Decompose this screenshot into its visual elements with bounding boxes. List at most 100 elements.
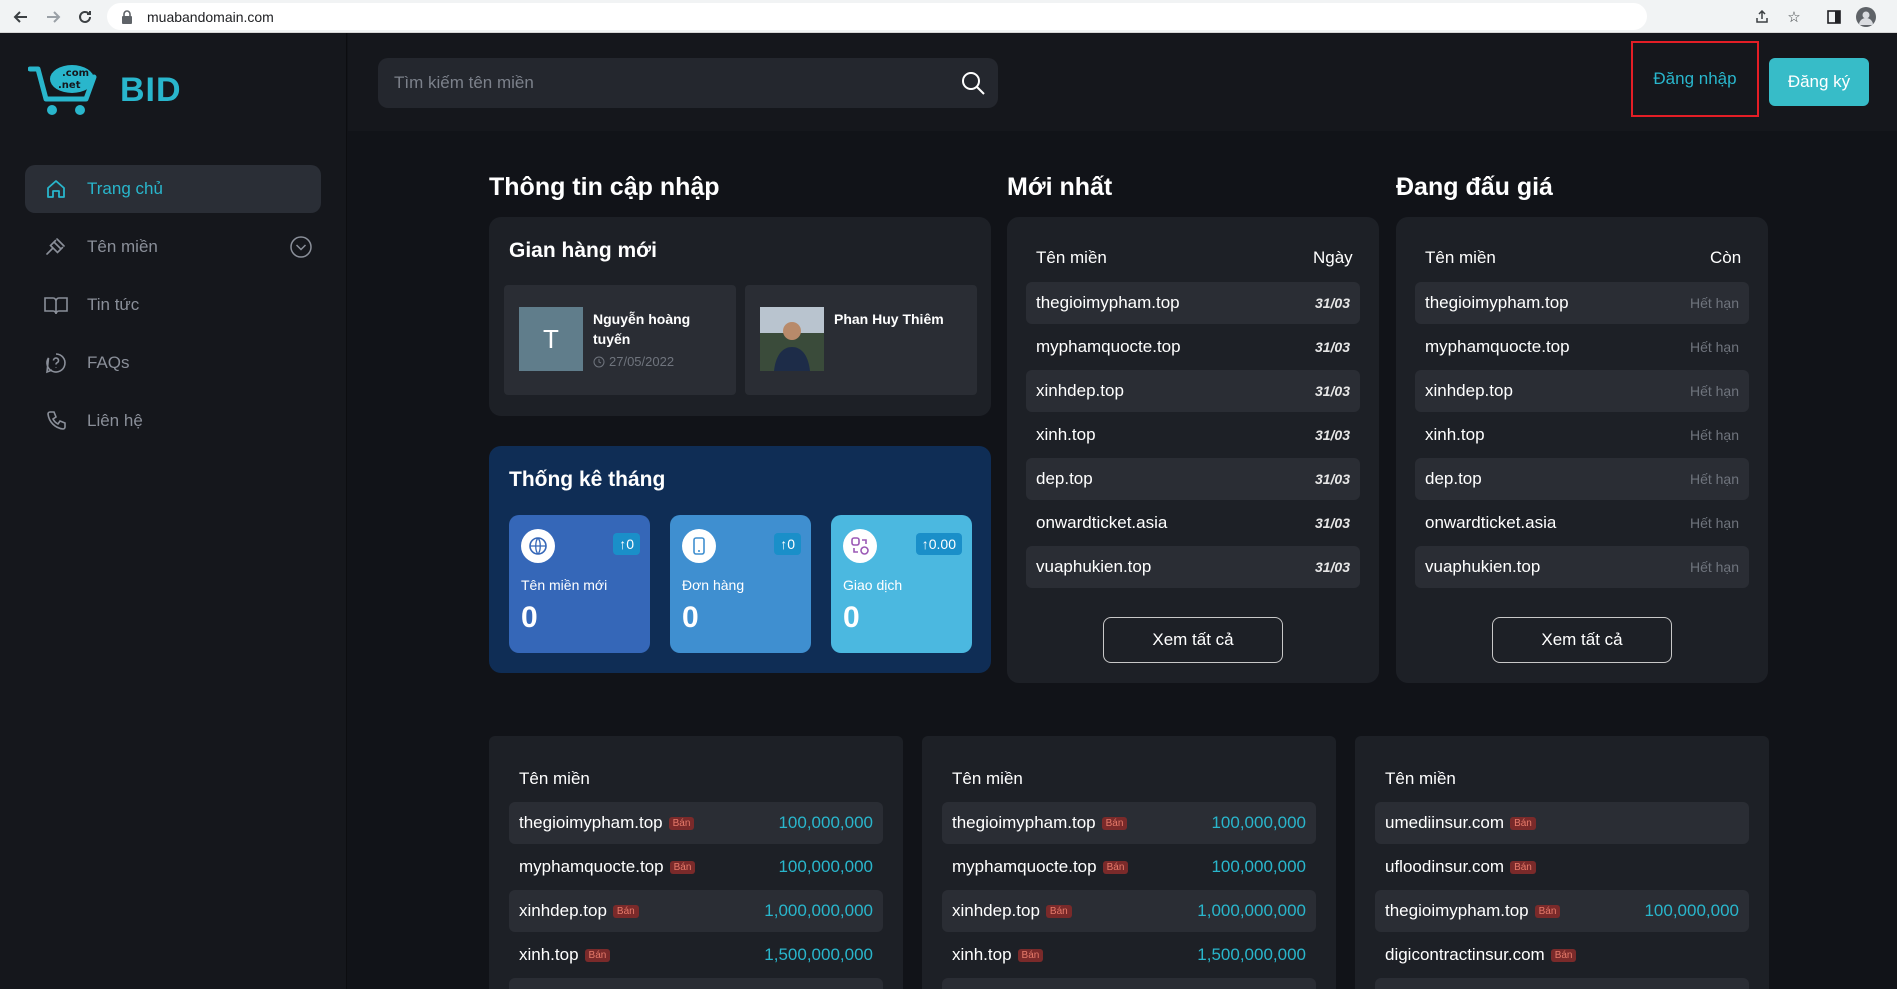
bookmark-star-icon[interactable]: ☆	[1780, 0, 1808, 33]
sale-badge: Bán	[1534, 904, 1561, 918]
back-icon[interactable]	[6, 0, 36, 33]
updates-title: Thông tin cập nhập	[489, 173, 720, 201]
question-icon	[43, 350, 69, 376]
shop-name: Phan Huy Thiêm	[834, 311, 944, 327]
search-icon[interactable]	[960, 70, 986, 101]
list-item[interactable]	[942, 978, 1316, 989]
list-item[interactable]: onwardticket.asia Hết hạn	[1415, 502, 1749, 544]
forward-icon[interactable]	[38, 0, 68, 33]
list-item[interactable]: xinhdep.top Bán 1,000,000,000	[509, 890, 883, 932]
list-item[interactable]: xinh.top Hết hạn	[1415, 414, 1749, 456]
sidebar-item-label: FAQs	[87, 353, 130, 372]
stat-orders: ↑0 Đơn hàng 0	[670, 515, 811, 653]
mobile-icon	[682, 529, 716, 563]
list-item[interactable]: myphamquocte.top Bán 100,000,000	[942, 846, 1316, 888]
list-item[interactable]: xinhdep.top 31/03	[1026, 370, 1360, 412]
sale-badge: Bán	[1510, 860, 1536, 874]
list-item[interactable]: xinh.top 31/03	[1026, 414, 1360, 456]
side-panel-icon[interactable]	[1820, 0, 1848, 33]
domain-sale-list: Tên miền thegioimypham.top Bán 100,000,000…	[489, 736, 903, 989]
avatar: T	[519, 307, 583, 371]
list-item[interactable]: thegioimypham.top Bán 100,000,000	[509, 802, 883, 844]
sale-badge: Bán	[1017, 948, 1044, 962]
domain-sale-list: Tên miền umediinsur.com Bán ufloodinsur.c…	[1355, 736, 1769, 989]
cart-logo-icon: .com .net	[28, 65, 97, 115]
stat-new-domains: ↑0 Tên miền mới 0	[509, 515, 650, 653]
shop-name: Nguyễn hoàng tuyến	[593, 311, 691, 347]
sale-badge: Bán	[669, 860, 696, 874]
stat-badge: ↑0	[613, 533, 640, 555]
logo-text: BID	[120, 70, 182, 109]
list-item[interactable]: vuaphukien.top 31/03	[1026, 546, 1360, 588]
search-input[interactable]	[394, 73, 934, 93]
shop-tile[interactable]: Phan Huy Thiêm	[745, 285, 977, 395]
sidebar-item-label: Tên miền	[87, 237, 158, 256]
register-button[interactable]: Đăng ký	[1769, 58, 1869, 106]
sidebar-item-label: Trang chủ	[87, 179, 163, 198]
sidebar-item-home[interactable]: Trang chủ	[25, 165, 321, 213]
globe-icon	[521, 529, 555, 563]
list-item[interactable]: umediinsur.com Bán	[1375, 802, 1749, 844]
list-item[interactable]: xinh.top Bán 1,500,000,000	[509, 934, 883, 976]
sidebar-item-faqs[interactable]: FAQs	[25, 339, 321, 387]
sale-badge: Bán	[612, 904, 639, 918]
stat-transactions: ↑0.00 Giao dịch 0	[831, 515, 972, 653]
sidebar-item-domains[interactable]: Tên miền	[25, 223, 321, 271]
address-bar[interactable]: muabandomain.com	[107, 3, 1647, 30]
list-item[interactable]: myphamquocte.top 31/03	[1026, 326, 1360, 368]
stat-label: Giao dịch	[843, 577, 903, 593]
list-item[interactable]: thegioimypham.top 31/03	[1026, 282, 1360, 324]
list-item[interactable]: xinhdep.top Hết hạn	[1415, 370, 1749, 412]
list-item[interactable]: xinh.top Bán 1,500,000,000	[942, 934, 1316, 976]
logo[interactable]: .com .net BID	[28, 61, 182, 119]
sidebar-item-contact[interactable]: Liên hệ	[25, 397, 321, 445]
stat-badge: ↑0.00	[915, 533, 962, 555]
sidebar-menu: Trang chủ Tên miền Tin tức FAQs Liên hệ	[25, 165, 321, 455]
url-text: muabandomain.com	[147, 8, 274, 25]
sale-badge: Bán	[668, 816, 695, 830]
auction-title: Đang đấu giá	[1396, 173, 1553, 201]
sidebar-item-news[interactable]: Tin tức	[25, 281, 321, 329]
list-item[interactable]: myphamquocte.top Hết hạn	[1415, 326, 1749, 368]
phone-icon	[43, 408, 69, 434]
list-item[interactable]: xinhdep.top Bán 1,000,000,000	[942, 890, 1316, 932]
stat-label: Đơn hàng	[682, 577, 745, 593]
list-item[interactable]: digicontractinsur.com Bán	[1375, 934, 1749, 976]
list-item[interactable]	[1375, 978, 1749, 989]
share-icon[interactable]	[1748, 0, 1776, 33]
shop-date: 27/05/2022	[593, 354, 674, 369]
reload-icon[interactable]	[70, 0, 100, 33]
stat-value: 0	[682, 601, 699, 634]
gavel-icon	[43, 234, 69, 260]
chevron-down-icon[interactable]	[289, 235, 313, 264]
view-all-button[interactable]: Xem tất cả	[1492, 617, 1672, 663]
profile-icon[interactable]	[1852, 0, 1880, 33]
list-item[interactable]: dep.top Hết hạn	[1415, 458, 1749, 500]
exchange-icon	[843, 529, 877, 563]
list-item[interactable]: dep.top 31/03	[1026, 458, 1360, 500]
list-item[interactable]: ufloodinsur.com Bán	[1375, 846, 1749, 888]
sidebar: .com .net BID Trang chủ Tên miền Tin tức…	[0, 33, 347, 989]
sidebar-item-label: Tin tức	[87, 295, 140, 314]
list-item[interactable]: thegioimypham.top Bán 100,000,000	[942, 802, 1316, 844]
list-item[interactable]: onwardticket.asia 31/03	[1026, 502, 1360, 544]
list-item[interactable]: thegioimypham.top Bán 100,000,000	[1375, 890, 1749, 932]
column-header: Tên miền	[1036, 248, 1107, 267]
column-header: Tên miền	[952, 769, 1023, 788]
login-button[interactable]: Đăng nhập	[1631, 41, 1759, 117]
new-shops-title: Gian hàng mới	[509, 239, 657, 262]
list-item[interactable]	[509, 978, 883, 989]
sale-badge: Bán	[584, 948, 611, 962]
list-item[interactable]: myphamquocte.top Bán 100,000,000	[509, 846, 883, 888]
book-icon	[43, 292, 69, 318]
view-all-button[interactable]: Xem tất cả	[1103, 617, 1283, 663]
sale-badge: Bán	[1510, 816, 1536, 830]
shop-tile[interactable]: T Nguyễn hoàng tuyến 27/05/2022	[504, 285, 736, 395]
svg-text:.com: .com	[62, 68, 89, 79]
list-item[interactable]: vuaphukien.top Hết hạn	[1415, 546, 1749, 588]
monthly-stats-card: Thống kê tháng ↑0 Tên miền mới 0 ↑0 Đơn …	[489, 446, 991, 673]
list-item[interactable]: thegioimypham.top Hết hạn	[1415, 282, 1749, 324]
domain-sale-list: Tên miền thegioimypham.top Bán 100,000,000…	[922, 736, 1336, 989]
browser-toolbar: muabandomain.com ☆	[0, 0, 1897, 33]
search-box	[378, 58, 998, 108]
